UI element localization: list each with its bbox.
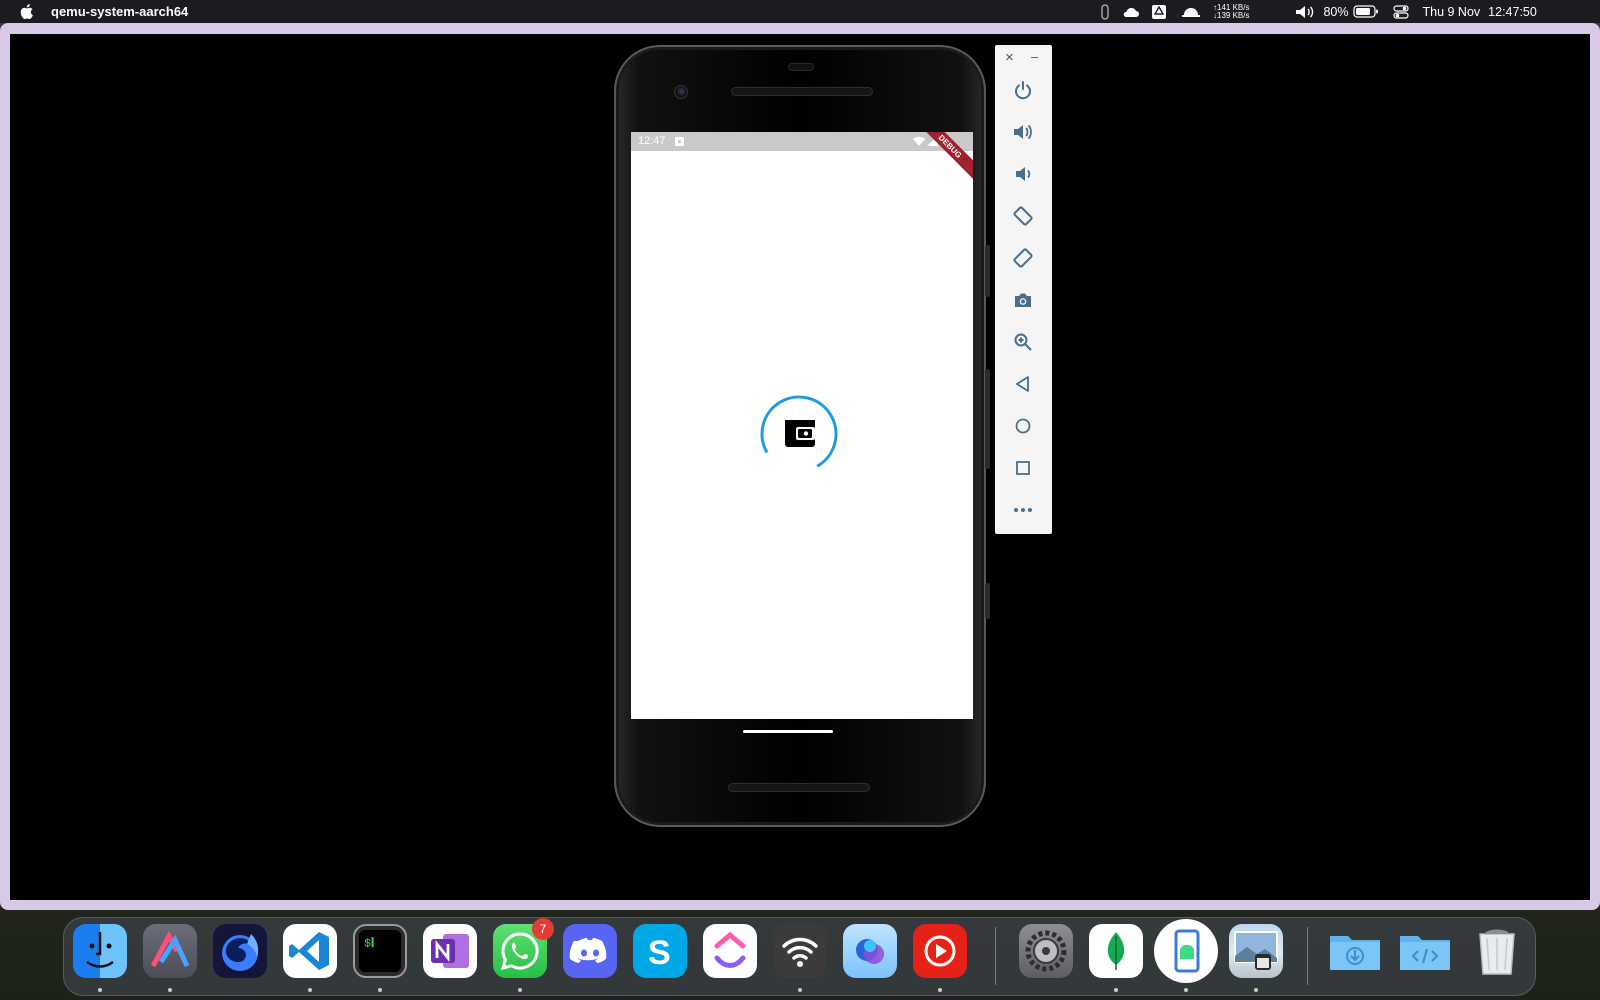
volume-side-button[interactable] — [985, 369, 990, 469]
dock-separator-2 — [1307, 927, 1308, 985]
onenote-icon[interactable] — [423, 924, 477, 978]
skype-icon[interactable]: S — [633, 924, 687, 978]
wifi-app-running-dot — [798, 988, 802, 992]
wallet-icon — [785, 420, 815, 447]
more-button[interactable] — [1010, 497, 1036, 523]
svg-text:$: $ — [364, 938, 371, 950]
wifi-status-icon — [913, 136, 925, 146]
loading-indicator — [760, 395, 838, 473]
affinity-running-dot — [168, 988, 172, 992]
mongodb-running-dot — [1114, 988, 1118, 992]
menu-bar: qemu-system-aarch64 ↑141 KB/s ↓139 KB/s … — [0, 0, 1600, 23]
android-status-time: 12:47 — [638, 135, 666, 147]
dock-separator — [995, 927, 996, 985]
active-app-name[interactable]: qemu-system-aarch64 — [51, 4, 188, 19]
network-download: ↓139 KB/s — [1213, 10, 1250, 20]
zoom-icon — [1014, 333, 1032, 351]
menubar-date[interactable]: Thu 9 Nov — [1423, 5, 1481, 19]
volume-down-icon — [1016, 167, 1031, 181]
phone-screen[interactable]: 12:47 DEBUG — [631, 132, 973, 719]
earpiece-speaker — [731, 87, 873, 96]
home-button[interactable] — [1010, 413, 1036, 439]
cloud-app-icon[interactable] — [1122, 5, 1140, 19]
trash-icon[interactable] — [1470, 924, 1524, 978]
rotate-left-button[interactable] — [1010, 203, 1036, 229]
vscode-icon[interactable] — [283, 924, 337, 978]
rotate-right-button[interactable] — [1010, 245, 1036, 271]
preview-icon[interactable] — [1229, 924, 1283, 978]
clickup-icon[interactable] — [703, 924, 757, 978]
firefox-icon[interactable] — [213, 924, 267, 978]
volume-up-icon — [1014, 124, 1032, 140]
system-settings-icon[interactable] — [1019, 924, 1073, 978]
camera-icon — [1015, 293, 1031, 307]
battery-percentage: 80% — [1323, 4, 1349, 19]
frame-side-edge — [985, 583, 990, 619]
gesture-nav-handle[interactable] — [743, 730, 833, 733]
front-camera — [674, 85, 688, 99]
power-side-button[interactable] — [985, 245, 990, 297]
minimize-button[interactable]: – — [1031, 49, 1038, 64]
mongodb-icon[interactable] — [1089, 924, 1143, 978]
terminal-icon[interactable]: $ — [353, 924, 407, 978]
hat-icon[interactable] — [1181, 5, 1201, 19]
status-tray: ↑141 KB/s ↓139 KB/s 80% Thu 9 Nov 12:47:… — [1098, 0, 1537, 23]
android-status-bar: 12:47 DEBUG — [631, 132, 973, 183]
volume-down-button[interactable] — [1010, 161, 1036, 187]
youtube-running-dot — [938, 988, 942, 992]
notification-icon — [675, 137, 684, 146]
vscode-running-dot — [308, 988, 312, 992]
control-center-icon[interactable] — [1392, 4, 1409, 19]
overview-icon — [1016, 461, 1030, 475]
phone-frame: 12:47 DEBUG — [614, 45, 990, 827]
home-icon — [1015, 418, 1031, 434]
rotate-left-icon — [1013, 206, 1033, 226]
volume-icon[interactable] — [1295, 5, 1315, 19]
bottom-speaker — [728, 783, 870, 792]
proximity-sensor — [788, 63, 814, 71]
volume-up-button[interactable] — [1010, 119, 1036, 145]
whatsapp-running-dot — [518, 988, 522, 992]
rotate-right-icon — [1013, 248, 1033, 268]
copilot-icon[interactable] — [843, 924, 897, 978]
power-button[interactable] — [1010, 77, 1036, 103]
youtube-icon[interactable] — [913, 924, 967, 978]
wifi-app-icon[interactable] — [773, 924, 827, 978]
discord-icon[interactable] — [563, 924, 617, 978]
whatsapp-unread-badge: 7 — [532, 918, 554, 940]
menubar-clock[interactable]: 12:47:50 — [1488, 5, 1537, 19]
svg-text:S: S — [648, 934, 671, 972]
paperclip-icon[interactable] — [1098, 3, 1112, 20]
network-speed[interactable]: ↑141 KB/s ↓139 KB/s — [1213, 3, 1250, 20]
finder-running-dot — [98, 988, 102, 992]
android-emulator-icon[interactable] — [1154, 919, 1218, 983]
emulator-running-dot — [1184, 988, 1188, 992]
terminal-running-dot — [378, 988, 382, 992]
more-icon — [1014, 508, 1032, 512]
code-folder-icon[interactable] — [1398, 924, 1452, 978]
overview-button[interactable] — [1010, 455, 1036, 481]
affinity-designer-icon[interactable] — [143, 924, 197, 978]
apple-menu-icon[interactable] — [18, 3, 34, 20]
back-icon — [1016, 376, 1029, 392]
downloads-folder-icon[interactable] — [1328, 924, 1382, 978]
finder-icon[interactable] — [73, 924, 127, 978]
back-button[interactable] — [1010, 371, 1036, 397]
zoom-button[interactable] — [1010, 329, 1036, 355]
google-drive-icon[interactable] — [1151, 4, 1167, 20]
screenshot-button[interactable] — [1010, 287, 1036, 313]
preview-running-dot — [1254, 988, 1258, 992]
emulator-controls: × – — [995, 45, 1052, 534]
power-icon — [1015, 81, 1031, 100]
close-button[interactable]: × — [1005, 49, 1014, 66]
toolbar-window-buttons: × – — [995, 49, 1052, 67]
battery-icon[interactable] — [1352, 5, 1379, 18]
